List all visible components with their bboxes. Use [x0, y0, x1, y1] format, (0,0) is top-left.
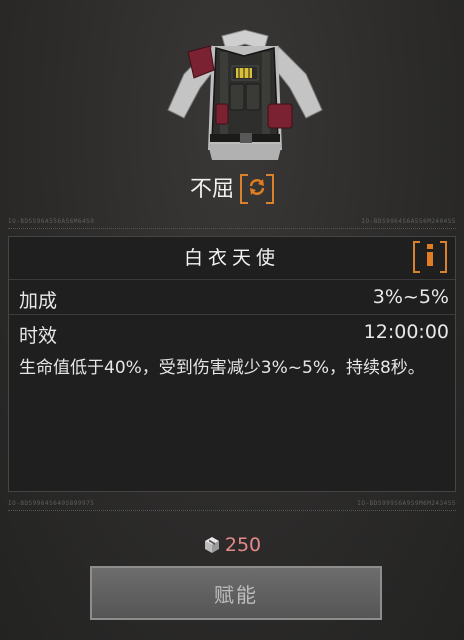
stat-row-bonus: 加成 3%~5%	[9, 279, 455, 314]
stat-row-duration: 时效 12:00:00	[9, 314, 455, 349]
stat-value: 3%~5%	[372, 286, 449, 308]
info-button[interactable]	[413, 241, 447, 273]
stat-label: 加成	[19, 290, 58, 312]
empower-button-label: 赋能	[214, 582, 258, 607]
bracket-right	[440, 241, 447, 273]
stat-label: 时效	[19, 325, 58, 347]
info-icon	[427, 244, 433, 266]
buff-description: 生命值低于40%，受到伤害减少3%~5%，持续8秒。	[19, 358, 425, 378]
panel-title: 白衣天使	[183, 247, 280, 269]
cost-display: 250	[0, 532, 464, 558]
empower-button[interactable]: 赋能	[90, 566, 382, 620]
cost-amount: 250	[224, 534, 262, 556]
currency-cube-icon	[204, 537, 219, 553]
item-name-row: 不屈	[0, 172, 464, 204]
serial-top-left: IO-BDSS96A556AS6M64S0	[8, 218, 95, 225]
divider-top	[8, 228, 456, 231]
item-name: 不屈	[189, 177, 234, 202]
buff-panel: 白衣天使 加成 3%~5% 时效 12:00:00 生命值低于40%，受到伤害减…	[8, 236, 456, 492]
bracket-left	[240, 174, 248, 204]
serial-bottom-right: IO-BDS999S6A9S9M6M2434S5	[357, 500, 456, 507]
refresh-icon	[249, 179, 265, 195]
tactical-vest-image	[160, 22, 330, 172]
bracket-left	[413, 241, 420, 273]
stat-value: 12:00:00	[363, 321, 449, 343]
bracket-right	[266, 174, 274, 204]
swap-button[interactable]	[240, 174, 274, 204]
serial-bottom-left: IO-BDS9964S649S899975	[8, 500, 95, 507]
divider-bottom	[8, 510, 456, 513]
serial-top-right: IO-BDS9964S6A5S6M2404S5	[361, 218, 456, 225]
